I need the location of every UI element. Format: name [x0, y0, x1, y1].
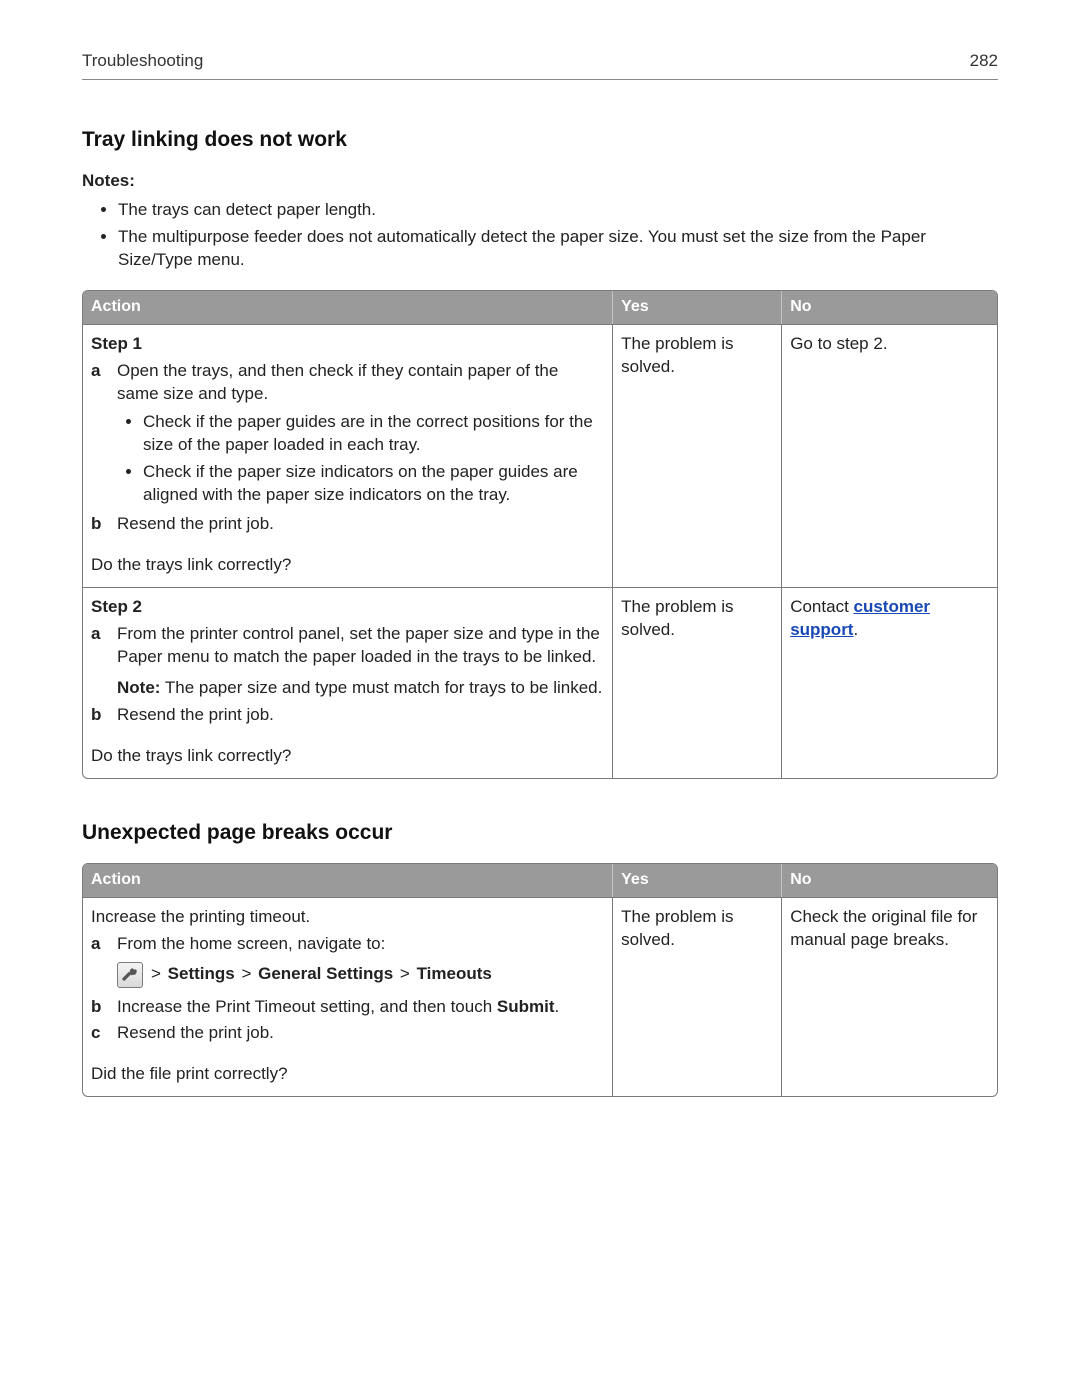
list-marker: a	[91, 623, 100, 646]
sub-item: Check if the paper guides are in the cor…	[143, 411, 604, 457]
step-item: a From the home screen, navigate to: > S…	[113, 933, 604, 988]
step-text: Resend the print job.	[117, 514, 274, 533]
step-item: c Resend the print job.	[113, 1022, 604, 1045]
section-title-page-breaks: Unexpected page breaks occur	[82, 819, 998, 847]
notes-list: The trays can detect paper length. The m…	[82, 199, 998, 272]
nav-breadcrumb: > Settings > General Settings > Timeouts	[117, 962, 604, 988]
step-text: Resend the print job.	[117, 1023, 274, 1042]
step-list: a From the home screen, navigate to: > S…	[91, 933, 604, 1046]
step-list: a From the printer control panel, set th…	[91, 623, 604, 727]
nav-sep: >	[149, 964, 168, 983]
inline-note-text: The paper size and type must match for t…	[160, 678, 602, 697]
step-list: a Open the trays, and then check if they…	[91, 360, 604, 537]
step-label: Step 2	[91, 596, 604, 619]
no-text-prefix: Contact	[790, 597, 853, 616]
col-header-no: No	[782, 864, 997, 897]
step-text: From the printer control panel, set the …	[117, 624, 600, 666]
step-label: Step 1	[91, 333, 604, 356]
col-header-action: Action	[83, 864, 613, 897]
col-header-yes: Yes	[613, 291, 782, 324]
table-row: Step 2 a From the printer control panel,…	[83, 587, 997, 778]
notes-label: Notes:	[82, 170, 998, 193]
inline-note-label: Note:	[117, 678, 160, 697]
step-question: Do the trays link correctly?	[91, 745, 604, 768]
list-marker: a	[91, 933, 100, 956]
col-header-yes: Yes	[613, 864, 782, 897]
page: Troubleshooting 282 Tray linking does no…	[0, 0, 1080, 1397]
list-marker: b	[91, 704, 101, 727]
nav-path: > Settings > General Settings > Timeouts	[149, 963, 492, 986]
step-item: a Open the trays, and then check if they…	[113, 360, 604, 508]
wrench-icon	[117, 962, 143, 988]
list-marker: c	[91, 1022, 100, 1045]
list-marker: a	[91, 360, 100, 383]
yes-cell: The problem is solved.	[613, 324, 782, 587]
no-cell: Check the original file for manual page …	[782, 897, 997, 1097]
step-item: b Resend the print job.	[113, 704, 604, 727]
step-text-pre: Increase the Print Timeout setting, and …	[117, 997, 497, 1016]
table-header-row: Action Yes No	[83, 864, 997, 897]
notes-item: The trays can detect paper length.	[118, 199, 998, 222]
action-cell: Increase the printing timeout. a From th…	[83, 897, 613, 1097]
step-item: b Resend the print job.	[113, 513, 604, 536]
nav-sep: >	[393, 964, 416, 983]
running-header-page: 282	[970, 50, 998, 73]
table-row: Increase the printing timeout. a From th…	[83, 897, 997, 1097]
running-header: Troubleshooting 282	[82, 50, 998, 80]
running-header-section: Troubleshooting	[82, 50, 203, 73]
step-text: Resend the print job.	[117, 705, 274, 724]
step-question: Do the trays link correctly?	[91, 554, 604, 577]
no-cell: Contact customer support.	[782, 587, 997, 778]
notes-item: The multipurpose feeder does not automat…	[118, 226, 998, 272]
section-title-tray-linking: Tray linking does not work	[82, 126, 998, 154]
nav-item: Timeouts	[417, 964, 492, 983]
table-header-row: Action Yes No	[83, 291, 997, 324]
yes-cell: The problem is solved.	[613, 587, 782, 778]
sub-list: Check if the paper guides are in the cor…	[117, 411, 604, 507]
nav-item: General Settings	[258, 964, 393, 983]
sub-item: Check if the paper size indicators on th…	[143, 461, 604, 507]
step-text-bold: Submit	[497, 997, 555, 1016]
step-text: Open the trays, and then check if they c…	[117, 361, 558, 403]
no-text-suffix: .	[853, 620, 858, 639]
action-cell: Step 2 a From the printer control panel,…	[83, 587, 613, 778]
step-item: b Increase the Print Timeout setting, an…	[113, 996, 604, 1019]
troubleshoot-table-tray-linking: Action Yes No Step 1 a Open the trays, a…	[82, 290, 998, 779]
list-marker: b	[91, 996, 101, 1019]
nav-item: Settings	[168, 964, 235, 983]
nav-sep: >	[235, 964, 258, 983]
list-marker: b	[91, 513, 101, 536]
action-cell: Step 1 a Open the trays, and then check …	[83, 324, 613, 587]
col-header-action: Action	[83, 291, 613, 324]
yes-cell: The problem is solved.	[613, 897, 782, 1097]
step-question: Did the file print correctly?	[91, 1063, 604, 1086]
step-text: From the home screen, navigate to:	[117, 934, 385, 953]
table-row: Step 1 a Open the trays, and then check …	[83, 324, 997, 587]
step-item: a From the printer control panel, set th…	[113, 623, 604, 700]
no-cell: Go to step 2.	[782, 324, 997, 587]
troubleshoot-table-page-breaks: Action Yes No Increase the printing time…	[82, 863, 998, 1097]
step-intro: Increase the printing timeout.	[91, 906, 604, 929]
inline-note: Note: The paper size and type must match…	[117, 677, 604, 700]
col-header-no: No	[782, 291, 997, 324]
step-text-post: .	[555, 997, 560, 1016]
